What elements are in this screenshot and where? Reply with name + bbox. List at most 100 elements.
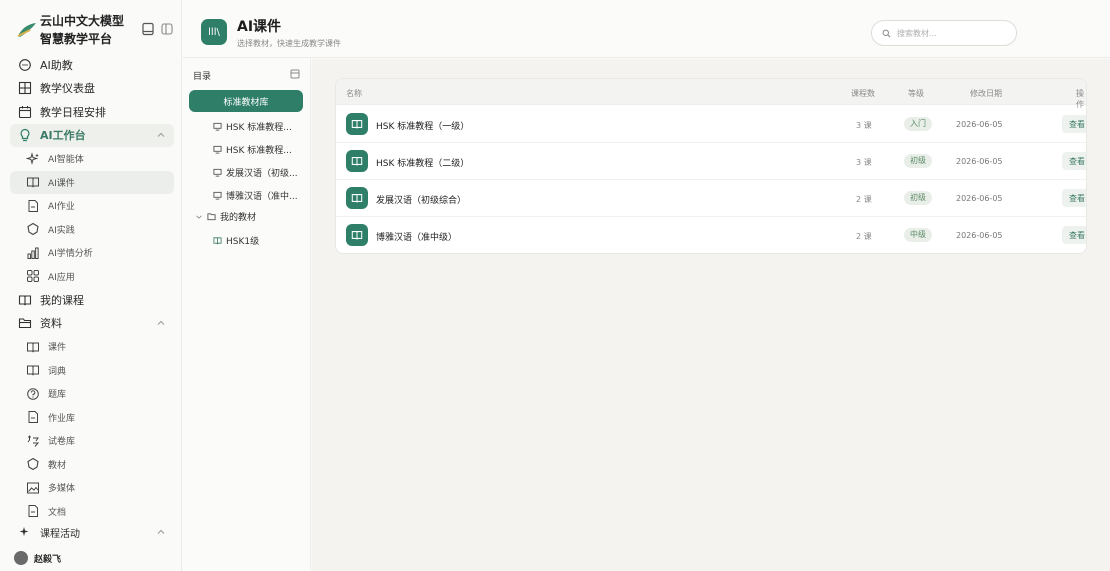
hexagon-icon: [27, 223, 39, 236]
chevron-up-icon[interactable]: [156, 130, 166, 140]
chat-bubble-icon: [19, 58, 31, 71]
column-header-date: 修改日期: [970, 89, 1002, 98]
view-button[interactable]: 查看: [1062, 115, 1086, 133]
sidebar-item-ai-analytics[interactable]: AI学情分析: [10, 241, 174, 265]
directory-group-label: 我的教材: [220, 213, 257, 223]
sidebar-item-dictionary[interactable]: 词典: [10, 359, 174, 383]
folder-icon: [18, 318, 32, 329]
collapse-panel-icon[interactable]: [290, 69, 300, 79]
sidebar-item-dashboard[interactable]: 教学仪表盘: [10, 77, 174, 101]
level-badge: 入门: [904, 117, 932, 131]
textbook-table: 名称 课程数 等级 修改日期 操作 HSK 标准教程（一级） 3 课 入门 20…: [335, 78, 1087, 254]
directory-book-item[interactable]: 博雅汉语（准中...: [213, 189, 298, 202]
sidebar-item-textbooks[interactable]: 教材: [10, 453, 174, 477]
column-header-count: 课程数: [851, 89, 875, 98]
directory-book-label: HSK 标准教程...: [226, 123, 292, 133]
row-date: 2026-06-05: [956, 231, 1003, 240]
directory-book-item[interactable]: HSK 标准教程...: [213, 120, 292, 133]
monitor-icon: [213, 168, 222, 177]
document-icon: [28, 505, 38, 518]
brand-name-line1: 云山中文大模型: [40, 14, 125, 28]
monitor-icon: [213, 145, 222, 154]
user-profile[interactable]: 赵毅飞: [14, 551, 61, 565]
directory-my-book-item[interactable]: HSK1级: [213, 234, 259, 247]
search-box[interactable]: [871, 20, 1017, 46]
row-name: 发展汉语（初级综合）: [376, 196, 467, 206]
sidebar-item-homework-bank[interactable]: 作业库: [10, 406, 174, 430]
table-row[interactable]: 发展汉语（初级综合） 2 课 初级 2026-06-05 查看: [336, 180, 1086, 217]
sidebar-item-documents[interactable]: 文档: [10, 500, 174, 524]
search-input[interactable]: [897, 28, 1007, 38]
directory-panel: 目录 标准教材库 HSK 标准教程... HSK 标准教程... 发展汉语（初级…: [183, 59, 311, 571]
chevron-up-icon[interactable]: [156, 527, 166, 537]
sidebar-item-schedule[interactable]: 教学日程安排: [10, 100, 174, 124]
sidebar-item-ai-agent[interactable]: AI智能体: [10, 147, 174, 171]
sidebar-item-ai-courseware[interactable]: AI课件: [10, 170, 174, 194]
table-row[interactable]: HSK 标准教程（一级） 3 课 入门 2026-06-05 查看: [336, 106, 1086, 143]
sidebar-item-label: 题库: [48, 390, 67, 401]
sidebar-item-label: 课件: [48, 343, 67, 354]
sidebar-item-ai-workbench[interactable]: AI工作台: [10, 123, 174, 147]
row-count: 3 课: [856, 121, 872, 130]
sidebar-toggle-icon[interactable]: [160, 22, 174, 36]
sidebar-item-label: AI应用: [48, 272, 75, 283]
row-count: 3 课: [856, 158, 872, 167]
level-badge: 初级: [904, 191, 932, 205]
sparkle-icon: [26, 151, 39, 165]
apps-icon: [27, 270, 39, 283]
sidebar-item-ai-practice[interactable]: AI实践: [10, 218, 174, 242]
sidebar-item-course-activities[interactable]: 课程活动: [10, 523, 174, 541]
brand: 云山中文大模型 智慧教学平台: [12, 10, 178, 50]
sidebar-item-my-courses[interactable]: 我的课程: [10, 288, 174, 312]
sidebar-item-label: AI学情分析: [48, 249, 93, 260]
main-content: 名称 课程数 等级 修改日期 操作 HSK 标准教程（一级） 3 课 入门 20…: [312, 59, 1110, 571]
brand-name-line2: 智慧教学平台: [40, 32, 113, 46]
row-date: 2026-06-05: [956, 120, 1003, 129]
sidebar-item-exam-bank[interactable]: 试卷库: [10, 429, 174, 453]
table-row[interactable]: 博雅汉语（准中级） 2 课 中级 2026-06-05 查看: [336, 217, 1086, 253]
directory-my-book-label: HSK1级: [226, 237, 260, 247]
sidebar-item-question-bank[interactable]: 题库: [10, 382, 174, 406]
image-icon: [27, 482, 39, 494]
view-button[interactable]: 查看: [1062, 226, 1086, 244]
standard-library-button[interactable]: 标准教材库: [189, 90, 303, 112]
sidebar-item-ai-apps[interactable]: AI应用: [10, 265, 174, 289]
page-title: AI课件: [237, 19, 282, 35]
book-icon: [27, 177, 39, 188]
column-header-name: 名称: [346, 89, 362, 98]
directory-group-my-books[interactable]: 我的教材: [195, 210, 256, 223]
document-icon: [28, 199, 38, 212]
directory-book-item[interactable]: HSK 标准教程...: [213, 143, 292, 156]
grid-icon: [18, 82, 32, 95]
level-badge: 初级: [904, 154, 932, 168]
tablet-icon[interactable]: [141, 22, 155, 36]
sidebar-item-materials[interactable]: 资料: [10, 312, 174, 336]
search-icon: [882, 29, 891, 37]
sidebar-item-ai-assistant[interactable]: AI助教: [10, 53, 174, 77]
row-name: HSK 标准教程（一级）: [376, 122, 470, 132]
sidebar-item-courseware[interactable]: 课件: [10, 335, 174, 359]
sidebar-item-ai-homework[interactable]: AI作业: [10, 194, 174, 218]
sidebar-item-multimedia[interactable]: 多媒体: [10, 476, 174, 500]
page-subtitle: 选择教材，快速生成教学课件: [237, 39, 341, 48]
sidebar-nav: AI助教 教学仪表盘 教学日程安排 AI工作台 AI智能体 AI课件 AI作业: [10, 53, 174, 541]
sidebar-item-label: 教材: [48, 460, 67, 471]
row-name: HSK 标准教程（二级）: [376, 159, 470, 169]
book-icon: [346, 113, 368, 135]
courseware-icon: lll\: [201, 19, 227, 45]
bulb-icon: [20, 129, 30, 142]
directory-book-label: 博雅汉语（准中...: [226, 192, 298, 202]
row-name: 博雅汉语（准中级）: [376, 233, 458, 243]
directory-heading: 目录: [193, 72, 212, 82]
sidebar-item-label: AI作业: [48, 202, 75, 213]
table-row[interactable]: HSK 标准教程（二级） 3 课 初级 2026-06-05 查看: [336, 143, 1086, 180]
view-button[interactable]: 查看: [1062, 152, 1086, 170]
view-button[interactable]: 查看: [1062, 189, 1086, 207]
chevron-up-icon[interactable]: [156, 318, 166, 328]
sidebar-item-label: 词典: [48, 366, 67, 377]
question-icon: [27, 387, 39, 400]
sidebar-item-label: AI工作台: [40, 129, 86, 143]
book-icon: [346, 150, 368, 172]
directory-book-item[interactable]: 发展汉语（初级...: [213, 166, 298, 179]
table-header: 名称 课程数 等级 修改日期 操作: [336, 79, 1086, 109]
